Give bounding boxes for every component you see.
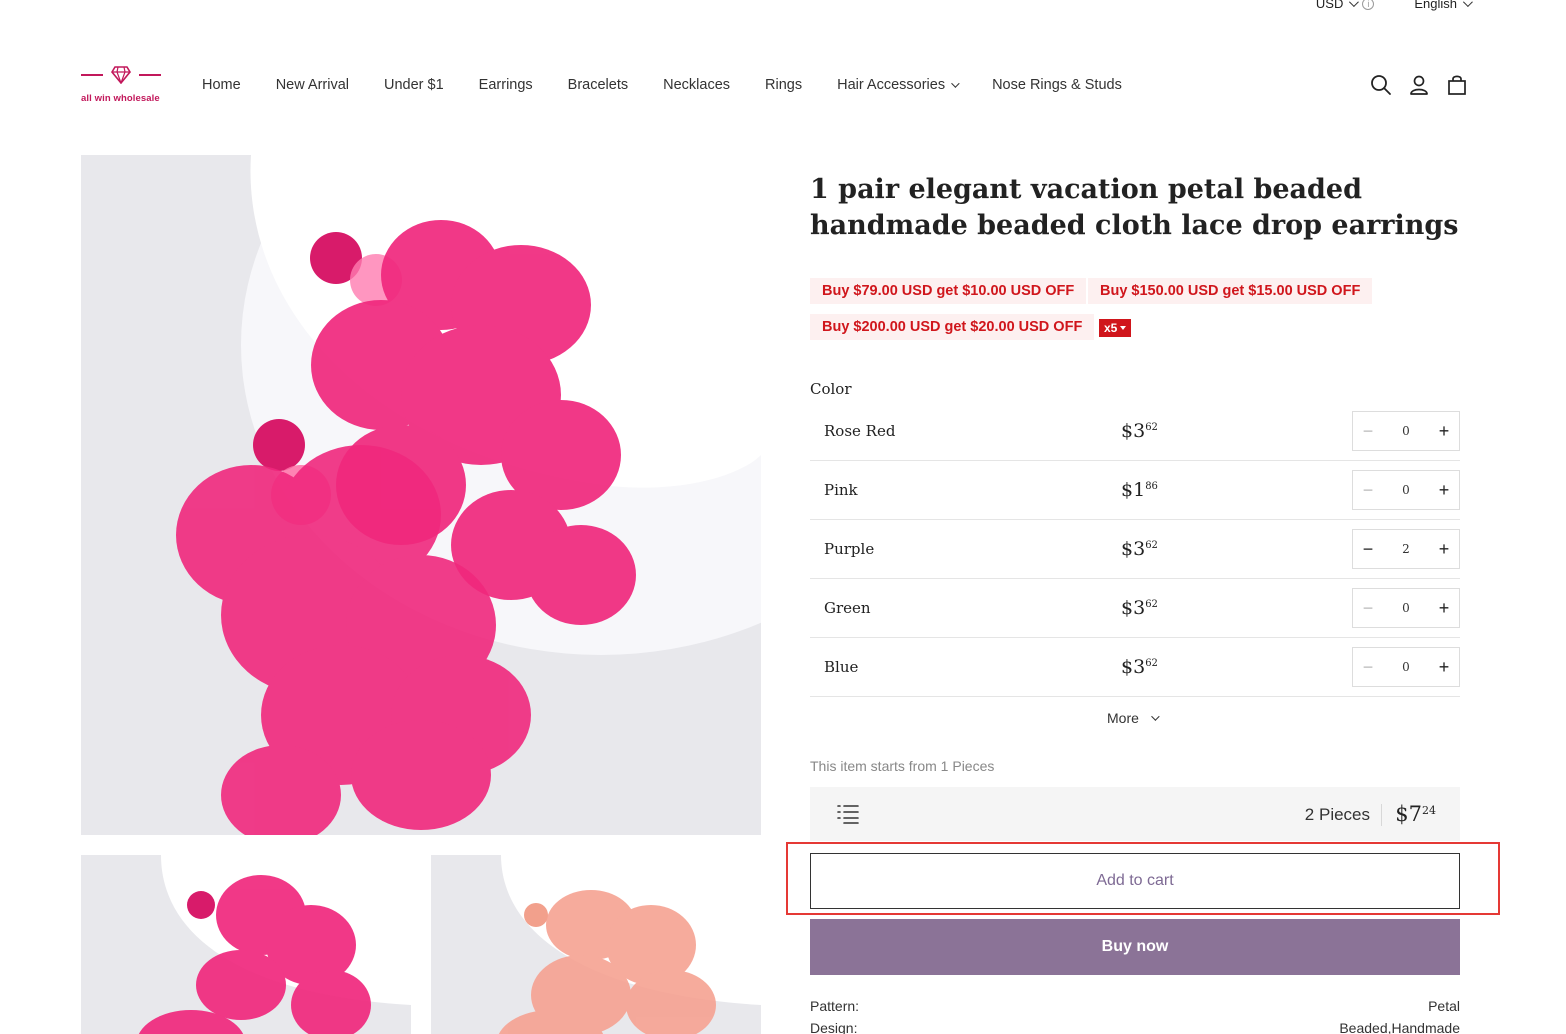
language-selector[interactable]: English (1414, 0, 1473, 11)
currency-label: USD (1315, 0, 1344, 11)
variant-row: Pink $186 − 0 + (810, 461, 1460, 520)
variant-name: Green (824, 599, 871, 617)
color-label: Color (810, 380, 852, 398)
nav-home[interactable]: Home (202, 77, 241, 93)
product-title: 1 pair elegant vacation petal beaded han… (810, 174, 1459, 241)
nav-necklaces[interactable]: Necklaces (663, 77, 730, 93)
quantity-stepper: − 0 + (1352, 647, 1460, 687)
quantity-input[interactable]: 0 (1383, 601, 1429, 615)
cart-bag-icon[interactable] (1446, 74, 1468, 96)
more-variants-toggle[interactable]: More (1107, 710, 1160, 726)
site-logo[interactable]: all win wholesale (81, 66, 161, 106)
product-thumbnail-2[interactable] (431, 855, 761, 1034)
nav-hair-accessories-label: Hair Accessories (837, 77, 946, 93)
product-thumbnail-1[interactable] (81, 855, 411, 1034)
thumbnail-photo (431, 855, 761, 1034)
increase-button[interactable]: + (1429, 589, 1459, 627)
header-icons (1370, 74, 1468, 96)
top-bar: USD i English (1315, 0, 1473, 11)
divider (1381, 804, 1382, 826)
promo-tag[interactable]: Buy $150.00 USD get $15.00 USD OFF (1088, 278, 1373, 304)
spec-value: Beaded,Handmade (1339, 1020, 1460, 1034)
buy-now-button[interactable]: Buy now (810, 919, 1460, 975)
nav-hair-accessories[interactable]: Hair Accessories (837, 77, 960, 93)
search-icon[interactable] (1370, 74, 1392, 96)
thumbnail-photo (81, 855, 411, 1034)
increase-button[interactable]: + (1429, 412, 1459, 450)
variant-row: Purple $362 − 2 + (810, 520, 1460, 579)
logo-line-right (139, 74, 161, 76)
chevron-down-icon (951, 79, 960, 88)
quantity-stepper: − 2 + (1352, 529, 1460, 569)
variant-name: Rose Red (824, 422, 896, 440)
nav-nose-rings[interactable]: Nose Rings & Studs (992, 77, 1122, 93)
list-icon[interactable] (837, 804, 859, 824)
variant-name: Purple (824, 540, 875, 558)
variant-name: Blue (824, 658, 859, 676)
spec-key: Pattern: (810, 998, 860, 1014)
quantity-input[interactable]: 2 (1383, 542, 1429, 556)
quantity-input[interactable]: 0 (1383, 660, 1429, 674)
promo-tag[interactable]: Buy $79.00 USD get $10.00 USD OFF (810, 278, 1087, 304)
variant-price: $362 (1121, 656, 1158, 678)
decrease-button[interactable]: − (1353, 648, 1383, 686)
spec-key: Design: (810, 1020, 858, 1034)
total-price: $724 (1395, 802, 1436, 826)
increase-button[interactable]: + (1429, 530, 1459, 568)
variant-name: Pink (824, 481, 858, 499)
promo-count-label: x5 (1104, 321, 1118, 335)
info-icon[interactable]: i (1362, 0, 1375, 10)
product-photo (81, 155, 761, 835)
variant-row: Green $362 − 0 + (810, 579, 1460, 638)
chevron-down-icon (1151, 712, 1160, 721)
quantity-stepper: − 0 + (1352, 411, 1460, 451)
nav-new-arrival[interactable]: New Arrival (276, 77, 349, 93)
chevron-down-icon (1462, 0, 1473, 8)
order-summary-bar: 2 Pieces $724 (810, 787, 1460, 841)
quantity-stepper: − 0 + (1352, 470, 1460, 510)
quantity-input[interactable]: 0 (1383, 424, 1429, 438)
variant-price: $362 (1121, 420, 1158, 442)
diamond-icon (111, 66, 131, 84)
quantity-stepper: − 0 + (1352, 588, 1460, 628)
logo-line-left (81, 74, 103, 76)
nav-rings[interactable]: Rings (765, 77, 802, 93)
decrease-button[interactable]: − (1353, 530, 1383, 568)
variant-price: $186 (1121, 479, 1158, 501)
decrease-button[interactable]: − (1353, 589, 1383, 627)
chevron-down-icon (1349, 0, 1360, 8)
increase-button[interactable]: + (1429, 471, 1459, 509)
decrease-button[interactable]: − (1353, 412, 1383, 450)
product-main-image[interactable] (81, 155, 761, 835)
more-label: More (1107, 710, 1139, 726)
language-label: English (1414, 0, 1457, 11)
promo-count-badge[interactable]: x5 (1099, 319, 1132, 337)
decrease-button[interactable]: − (1353, 471, 1383, 509)
spec-value: Petal (1428, 998, 1460, 1014)
nav-earrings[interactable]: Earrings (479, 77, 533, 93)
variant-row: Blue $362 − 0 + (810, 638, 1460, 697)
brand-name: all win wholesale (81, 93, 160, 104)
user-icon[interactable] (1408, 74, 1430, 96)
currency-selector[interactable]: USD i (1315, 0, 1375, 11)
nav-bracelets[interactable]: Bracelets (568, 77, 628, 93)
quantity-input[interactable]: 0 (1383, 483, 1429, 497)
main-nav: Home New Arrival Under $1 Earrings Brace… (202, 77, 1122, 93)
selected-pieces: 2 Pieces (1304, 805, 1370, 824)
variant-list: Rose Red $362 − 0 + Pink $186 − 0 + Purp… (810, 402, 1460, 697)
nav-under-1[interactable]: Under $1 (384, 77, 444, 93)
promo-tag[interactable]: Buy $200.00 USD get $20.00 USD OFF (810, 314, 1095, 340)
caret-down-icon (1120, 326, 1127, 330)
variant-price: $362 (1121, 597, 1158, 619)
highlight-box (786, 842, 1500, 915)
variant-price: $362 (1121, 538, 1158, 560)
increase-button[interactable]: + (1429, 648, 1459, 686)
minimum-order-note: This item starts from 1 Pieces (810, 758, 995, 774)
variant-row: Rose Red $362 − 0 + (810, 402, 1460, 461)
